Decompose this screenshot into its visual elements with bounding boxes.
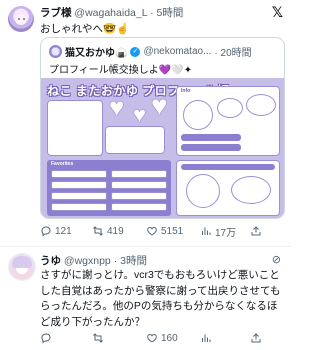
- reply-icon: [41, 226, 51, 237]
- views-count: 17万: [215, 227, 237, 239]
- heart-frame-icon: ♥: [109, 92, 125, 122]
- info-box: [105, 126, 165, 154]
- favorites-heading: Favorites: [51, 161, 74, 167]
- display-name[interactable]: ラブ様: [40, 7, 72, 19]
- like-button[interactable]: 160: [146, 332, 200, 344]
- quote-display-name: 猫又おかゆ🍙: [65, 48, 128, 59]
- quote-tweet-card[interactable]: 猫又おかゆ🍙 ✓ @nekomatao... · 20時間 プロフィール帳交換し…: [40, 37, 285, 219]
- bubble-graphic: [246, 94, 276, 116]
- quote-time: · 20時間: [214, 48, 252, 59]
- like-count: 5151: [161, 225, 184, 237]
- views-icon: [202, 334, 211, 342]
- views-button[interactable]: 17万: [200, 224, 250, 239]
- info-box: [47, 100, 103, 156]
- reply-text: さすがに謝っとけ。vcr3でもおもろいけど悪いことした自覚はあったから警察に謝っ…: [40, 269, 281, 328]
- info-strip: [181, 144, 241, 151]
- tweet-action-bar: 160: [40, 330, 285, 346]
- user-avatar[interactable]: [8, 253, 36, 281]
- retweet-icon: [93, 333, 103, 343]
- rating-circle: [231, 176, 271, 204]
- user-handle[interactable]: @wagahaida_L: [74, 7, 147, 19]
- like-count: 160: [161, 332, 178, 344]
- quote-media-image[interactable]: ねこ またおかゆ プロフィール帳 ♥ ♥ ♥ Info Favorites: [41, 78, 284, 218]
- favorite-item: [111, 181, 167, 189]
- rating-circle: [186, 174, 220, 208]
- favorite-item: [111, 203, 167, 211]
- reply-icon: [41, 333, 51, 344]
- retweet-button[interactable]: 419: [92, 225, 146, 237]
- favorite-item: [111, 170, 167, 178]
- retweet-button[interactable]: [92, 332, 146, 344]
- heart-frame-icon: ♥: [133, 102, 147, 127]
- reply-button[interactable]: [40, 332, 92, 344]
- avatar-hair: [12, 256, 32, 268]
- info-heading: Info: [181, 88, 191, 94]
- heart-icon: [147, 226, 157, 236]
- x-logo-icon[interactable]: 𝕏: [272, 4, 283, 21]
- tweet-action-bar: 121 419 5151 17万: [40, 223, 285, 239]
- avatar-eye: [23, 18, 25, 20]
- quote-handle: @nekomatao...: [143, 46, 212, 57]
- tweet-time[interactable]: 5時間: [157, 7, 184, 19]
- favorite-item: [111, 192, 167, 200]
- quote-text: プロフィール帳交換しよ💜🤍✦: [49, 65, 193, 76]
- share-button[interactable]: [250, 225, 270, 237]
- reply-header: うゆ @wgxnpp · 3時間: [40, 253, 147, 268]
- retweet-count: 419: [107, 225, 124, 237]
- user-handle[interactable]: @wgxnpp: [64, 255, 111, 267]
- favorite-item: [51, 181, 107, 189]
- reply-count: 121: [55, 225, 72, 237]
- favorite-item: [51, 192, 107, 200]
- separator-dot: ·: [150, 7, 154, 19]
- retweet-icon: [93, 226, 103, 236]
- clock-graphic: [183, 100, 213, 130]
- info-strip: [181, 164, 275, 170]
- reply-indicator-icon[interactable]: ⊘: [272, 253, 281, 266]
- share-icon: [251, 333, 261, 343]
- tweet-header: ラブ様 @wagahaida_L · 5時間: [40, 5, 183, 20]
- avatar-eye: [18, 18, 20, 20]
- views-button[interactable]: [200, 332, 250, 344]
- quote-header: 猫又おかゆ🍙 ✓ @nekomatao... · 20時間: [49, 44, 252, 59]
- quote-avatar: [49, 45, 62, 58]
- like-button[interactable]: 5151: [146, 225, 200, 237]
- tweet-divider: [0, 246, 291, 247]
- heart-icon: [147, 333, 157, 343]
- share-button[interactable]: [250, 332, 270, 344]
- tweet-time[interactable]: 3時間: [120, 255, 147, 267]
- favorite-item: [51, 170, 107, 178]
- views-icon: [202, 227, 211, 235]
- reply-button[interactable]: 121: [40, 225, 92, 237]
- bubble-graphic: [217, 98, 243, 118]
- heart-frame-icon: ♥: [151, 90, 168, 121]
- separator-dot: ·: [113, 255, 118, 267]
- avatar-face: [15, 14, 27, 25]
- tweet-text: おしゃれやへ🤓☝️: [40, 23, 130, 35]
- info-strip: [181, 134, 241, 141]
- favorite-item: [51, 203, 107, 211]
- user-avatar[interactable]: [8, 6, 34, 32]
- display-name[interactable]: うゆ: [40, 255, 61, 267]
- verified-badge-icon: ✓: [130, 46, 141, 57]
- share-icon: [251, 226, 261, 236]
